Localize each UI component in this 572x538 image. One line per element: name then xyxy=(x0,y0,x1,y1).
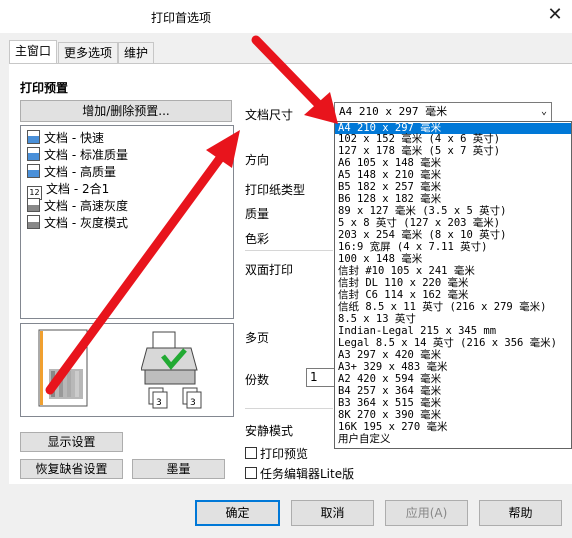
preset-label: 文档 - 高质量 xyxy=(44,165,116,179)
dropdown-option[interactable]: Indian-Legal 215 x 345 mm xyxy=(338,326,496,337)
print-preview-checkbox[interactable] xyxy=(245,447,257,459)
dropdown-option[interactable]: A6 105 x 148 毫米 xyxy=(338,158,441,169)
divider xyxy=(245,250,333,251)
document-icon xyxy=(27,147,40,161)
presets-section-title: 打印预置 xyxy=(20,81,69,95)
ok-button[interactable]: 确定 xyxy=(195,500,280,526)
ink-levels-button[interactable]: 墨量 xyxy=(132,459,225,479)
cancel-button[interactable]: 取消 xyxy=(291,500,374,526)
svg-text:3: 3 xyxy=(190,398,196,408)
dropdown-option[interactable]: 100 x 148 毫米 xyxy=(338,254,422,265)
multipage-label: 多页 xyxy=(245,331,270,345)
title-bar xyxy=(0,0,572,33)
preset-label: 文档 - 标准质量 xyxy=(44,148,128,162)
dropdown-option[interactable]: B3 364 x 515 毫米 xyxy=(338,398,441,409)
list-item[interactable]: 文档 - 快速 xyxy=(27,130,104,146)
dropdown-option[interactable]: 89 x 127 毫米 (3.5 x 5 英寸) xyxy=(338,206,506,217)
dropdown-option[interactable]: 信封 DL 110 x 220 毫米 xyxy=(338,278,469,289)
grayscale-document-icon xyxy=(27,215,40,229)
dropdown-option[interactable]: B5 182 x 257 毫米 xyxy=(338,182,441,193)
list-item[interactable]: 文档 - 高质量 xyxy=(27,164,116,180)
orientation-label: 方向 xyxy=(245,153,270,167)
restore-defaults-button[interactable]: 恢复缺省设置 xyxy=(20,459,123,479)
presets-list[interactable]: 文档 - 快速 文档 - 标准质量 文档 - 高质量 12 文档 - 2合1 文档… xyxy=(20,125,234,319)
doc-size-dropdown-list[interactable]: A4 210 x 297 毫米 102 x 152 毫米 (4 x 6 英寸) … xyxy=(334,121,572,449)
quality-label: 质量 xyxy=(245,207,270,221)
job-arranger-label: 任务编辑器Lite版 xyxy=(260,467,355,481)
dropdown-option[interactable]: 8.5 x 13 英寸 xyxy=(338,314,416,325)
dropdown-option[interactable]: A3+ 329 x 483 毫米 xyxy=(338,362,448,373)
preset-label: 文档 - 高速灰度 xyxy=(44,199,128,213)
list-item[interactable]: 文档 - 标准质量 xyxy=(27,147,128,163)
copies-input[interactable]: 1 xyxy=(306,368,336,387)
job-arranger-checkbox[interactable] xyxy=(245,467,257,479)
dropdown-option[interactable]: 用户自定义 xyxy=(338,434,391,445)
list-item[interactable]: 文档 - 灰度模式 xyxy=(27,215,128,231)
dropdown-option[interactable]: A5 148 x 210 毫米 xyxy=(338,170,441,181)
help-button[interactable]: 帮助 xyxy=(479,500,562,526)
list-item[interactable]: 文档 - 高速灰度 xyxy=(27,198,128,214)
print-preview-label: 打印预览 xyxy=(260,447,309,461)
display-settings-button[interactable]: 显示设置 xyxy=(20,432,123,452)
dropdown-option[interactable]: Legal 8.5 x 14 英寸 (216 x 356 毫米) xyxy=(338,338,557,349)
preset-label: 文档 - 快速 xyxy=(44,131,104,145)
svg-text:3: 3 xyxy=(156,398,162,408)
add-remove-presets-button[interactable]: 增加/删除预置... xyxy=(20,100,232,122)
tab-maintenance[interactable]: 维护 xyxy=(118,42,154,63)
dropdown-option[interactable]: 16K 195 x 270 毫米 xyxy=(338,422,448,433)
doc-size-value: A4 210 x 297 毫米 xyxy=(339,105,448,118)
dropdown-option[interactable]: 8K 270 x 390 毫米 xyxy=(338,410,441,421)
dropdown-option[interactable]: 信纸 8.5 x 11 英寸 (216 x 279 毫米) xyxy=(338,302,546,313)
dropdown-option[interactable]: 203 x 254 毫米 (8 x 10 英寸) xyxy=(338,230,506,241)
document-icon xyxy=(27,130,40,144)
dropdown-option[interactable]: 102 x 152 毫米 (4 x 6 英寸) xyxy=(338,134,500,145)
copies-label: 份数 xyxy=(245,373,270,387)
duplex-label: 双面打印 xyxy=(245,263,294,277)
apply-button[interactable]: 应用(A) xyxy=(385,500,468,526)
tab-main[interactable]: 主窗口 xyxy=(9,40,57,64)
color-label: 色彩 xyxy=(245,232,270,246)
printer-icon: 3 3 xyxy=(141,331,202,409)
dropdown-option[interactable]: 16:9 宽屏 (4 x 7.11 英寸) xyxy=(338,242,487,253)
window-title: 打印首选项 xyxy=(151,11,212,25)
print-preview-panel: 3 3 xyxy=(20,323,234,417)
preset-label: 文档 - 2合1 xyxy=(46,182,110,196)
dropdown-option[interactable]: 信封 C6 114 x 162 毫米 xyxy=(338,290,469,301)
quiet-mode-label: 安静模式 xyxy=(245,424,294,438)
document-icon xyxy=(27,164,40,178)
close-icon[interactable]: ✕ xyxy=(544,4,566,26)
doc-size-label: 文档尺寸 xyxy=(245,108,294,122)
dropdown-option[interactable]: A3 297 x 420 毫米 xyxy=(338,350,441,361)
dropdown-option[interactable]: A2 420 x 594 毫米 xyxy=(338,374,441,385)
list-item[interactable]: 12 文档 - 2合1 xyxy=(27,181,110,200)
tab-more-options[interactable]: 更多选项 xyxy=(58,42,118,63)
paper-type-label: 打印纸类型 xyxy=(245,183,306,197)
doc-size-select[interactable]: A4 210 x 297 毫米 ⌄ xyxy=(334,102,552,122)
dropdown-option[interactable]: B4 257 x 364 毫米 xyxy=(338,386,441,397)
dropdown-option[interactable]: 5 x 8 英寸 (127 x 203 毫米) xyxy=(338,218,500,229)
preset-label: 文档 - 灰度模式 xyxy=(44,216,128,230)
chevron-down-icon[interactable]: ⌄ xyxy=(541,103,547,121)
dropdown-option[interactable]: 信封 #10 105 x 241 毫米 xyxy=(338,266,475,277)
dropdown-option[interactable]: 127 x 178 毫米 (5 x 7 英寸) xyxy=(338,146,500,157)
dropdown-option[interactable]: B6 128 x 182 毫米 xyxy=(338,194,441,205)
grayscale-document-icon xyxy=(27,198,40,212)
divider xyxy=(245,408,333,409)
